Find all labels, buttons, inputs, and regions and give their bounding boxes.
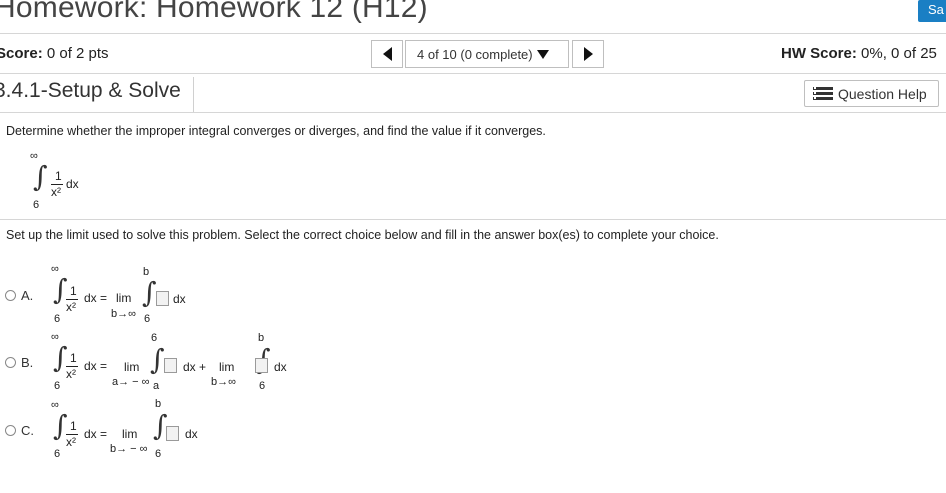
integral-lower-limit: 6 <box>33 199 40 211</box>
limit-text: lim <box>219 360 235 374</box>
hw-score-display: HW Score: 0%, 0 of 25 <box>781 45 937 62</box>
equals-text: dx = <box>84 359 108 373</box>
fraction-denominator: x² <box>66 300 76 314</box>
limit-text: lim <box>116 291 132 305</box>
fraction-numerator: 1 <box>55 169 62 183</box>
integral-sign: ∫ <box>33 160 48 193</box>
differential: dx <box>274 360 287 374</box>
setup-prompt: Set up the limit used to solve this prob… <box>6 228 719 242</box>
differential: dx <box>185 427 198 441</box>
question-prompt: Determine whether the improper integral … <box>6 124 546 138</box>
arrow-right-icon <box>583 47 593 61</box>
option-b-label[interactable]: B. <box>21 355 33 370</box>
equals-text: dx = <box>84 427 108 441</box>
divider <box>0 73 946 74</box>
limit-text: lim <box>122 427 138 441</box>
limit-subscript: a→ − ∞ <box>112 376 150 388</box>
fraction-denominator: x² <box>66 367 76 381</box>
limit-subscript: b→∞ <box>211 376 236 388</box>
section-title: 3.4.1-Setup & Solve <box>0 79 181 102</box>
caret-down-icon <box>536 49 549 59</box>
option-a-lower: 6 <box>54 313 61 325</box>
option-a-radio[interactable] <box>5 290 16 301</box>
option-b-lower: 6 <box>54 380 61 392</box>
differential: dx <box>173 292 186 306</box>
fraction-denominator: x² <box>66 435 76 449</box>
option-a-label[interactable]: A. <box>21 288 33 303</box>
question-select[interactable]: 4 of 10 (0 complete) <box>405 40 569 68</box>
save-button[interactable]: Sa <box>918 0 946 22</box>
question-help-button[interactable]: Question Help <box>804 80 939 107</box>
score-display: Score: 0 of 2 pts <box>0 45 109 62</box>
option-a-lower-limit: 6 <box>144 313 151 325</box>
option-b-lower-1: a <box>153 380 160 392</box>
plus-text: dx + <box>183 360 207 374</box>
divider <box>0 33 946 34</box>
option-b-answer-box-1[interactable] <box>164 358 177 373</box>
fraction-numerator: 1 <box>70 351 77 365</box>
fraction-numerator: 1 <box>70 419 77 433</box>
divider <box>193 77 194 112</box>
list-icon <box>813 86 833 101</box>
option-b-lower-2: 6 <box>259 380 266 392</box>
option-b-answer-box-2[interactable] <box>255 358 268 373</box>
option-c-label[interactable]: C. <box>21 423 34 438</box>
next-question-button[interactable] <box>572 40 604 68</box>
limit-subscript: b→ − ∞ <box>110 443 148 455</box>
option-c-answer-box[interactable] <box>166 426 179 441</box>
fraction-denominator: x² <box>51 185 61 199</box>
previous-question-button[interactable] <box>371 40 403 68</box>
page-title: Homework: Homework 12 (H12) <box>0 0 428 24</box>
equals-text: dx = <box>84 291 108 305</box>
integral-sign: ∫ <box>150 343 165 376</box>
limit-text: lim <box>124 360 140 374</box>
divider <box>0 219 946 220</box>
arrow-left-icon <box>382 47 392 61</box>
divider <box>0 112 946 113</box>
option-c-lower: 6 <box>54 448 61 460</box>
integral-sign: ∫ <box>142 276 157 309</box>
option-c-lower-limit: 6 <box>155 448 162 460</box>
limit-subscript: b→∞ <box>111 308 136 320</box>
fraction-numerator: 1 <box>70 284 77 298</box>
differential: dx <box>66 177 79 191</box>
option-a-answer-box[interactable] <box>156 291 169 306</box>
option-c-radio[interactable] <box>5 425 16 436</box>
option-b-radio[interactable] <box>5 357 16 368</box>
